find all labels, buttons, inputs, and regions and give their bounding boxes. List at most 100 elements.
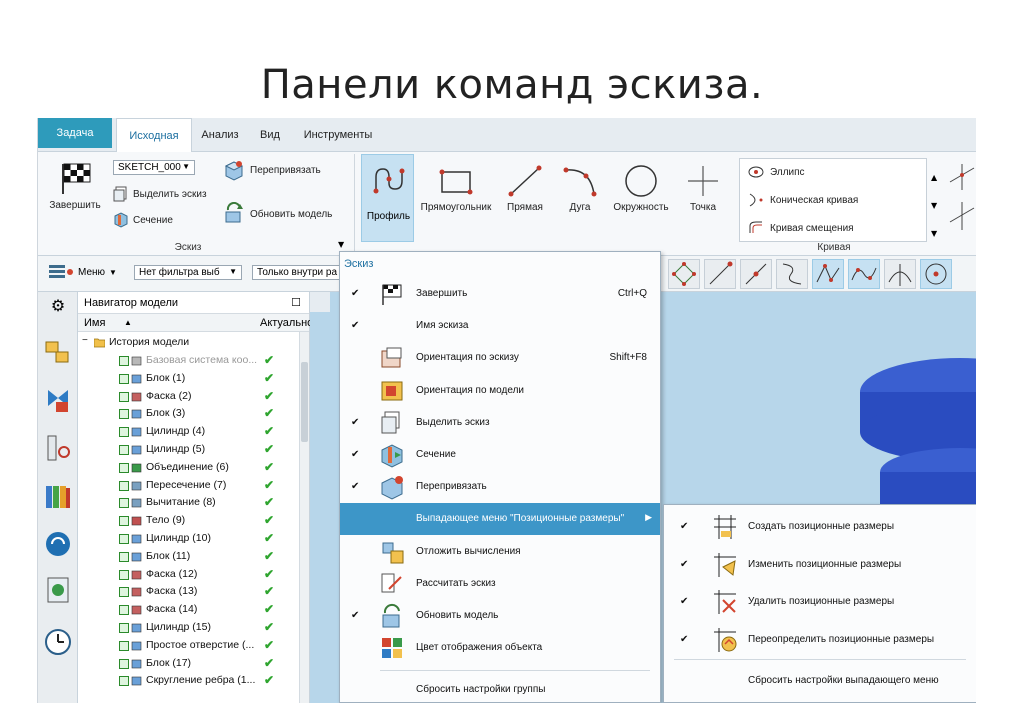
clock-icon[interactable] — [44, 628, 72, 656]
profile-button[interactable]: Профиль — [361, 154, 414, 242]
submenu-item[interactable]: ✔ Изменить позиционные размеры — [664, 547, 976, 583]
trim-icon[interactable] — [948, 162, 976, 232]
tree-row[interactable]: Пересечение (7) ✔ — [78, 477, 310, 495]
menu-item[interactable]: Выпадающее меню "Позиционные размеры" ▶ — [340, 503, 660, 536]
select-sketch-button[interactable]: Выделить эскиз — [113, 186, 207, 202]
visibility-checkbox[interactable] — [119, 427, 129, 438]
reattach-button[interactable]: Перепривязать — [222, 158, 321, 182]
tab-home[interactable]: Исходная — [116, 118, 192, 153]
constraint-navigator-icon[interactable] — [44, 434, 72, 462]
intersection-snap-tool[interactable] — [884, 259, 916, 289]
circle-button[interactable]: Окружность — [608, 164, 674, 213]
tree-row[interactable]: Фаска (2) ✔ — [78, 388, 310, 406]
menu-item[interactable]: ✔ Завершить Ctrl+Q — [340, 278, 660, 310]
visibility-checkbox[interactable] — [119, 498, 129, 509]
reset-dropdown-item[interactable]: Сбросить настройки выпадающего меню — [664, 663, 976, 699]
visibility-checkbox[interactable] — [119, 587, 129, 598]
reset-group-item[interactable]: Сбросить настройки группы — [340, 674, 660, 703]
line-button[interactable]: Прямая — [498, 164, 552, 213]
viewport-tab-icon[interactable] — [310, 292, 330, 312]
visibility-checkbox[interactable] — [119, 516, 129, 527]
visibility-checkbox[interactable] — [119, 658, 129, 669]
submenu-item[interactable]: ✔ Переопределить позиционные размеры — [664, 622, 976, 658]
finish-button[interactable]: Завершить — [46, 160, 104, 211]
tree-row[interactable]: Фаска (14) ✔ — [78, 601, 310, 619]
visibility-checkbox[interactable] — [119, 373, 129, 384]
menu-item[interactable]: ✔ Перепривязать — [340, 471, 660, 503]
rectangle-button[interactable]: Прямоугольник — [418, 164, 494, 213]
tree-row[interactable]: Простое отверстие (... ✔ — [78, 637, 310, 655]
column-current[interactable]: Актуально — [260, 314, 313, 332]
visibility-checkbox[interactable] — [119, 551, 129, 562]
visibility-checkbox[interactable] — [119, 391, 129, 402]
menu-item[interactable]: ✔ Сечение — [340, 439, 660, 471]
tab-view[interactable]: Вид — [250, 118, 290, 152]
tree-row[interactable]: Цилиндр (15) ✔ — [78, 619, 310, 637]
ellipse-item[interactable]: Эллипс — [748, 165, 805, 179]
curve-snap-tool[interactable] — [776, 259, 808, 289]
gallery-scroll-icon[interactable]: ▲ ▼ ▼ — [931, 164, 937, 248]
tree-row[interactable]: Цилиндр (5) ✔ — [78, 441, 310, 459]
menu-button[interactable]: Меню ▼ — [48, 264, 117, 280]
visibility-checkbox[interactable] — [119, 569, 129, 580]
selection-scope-select[interactable]: Только внутри ра — [252, 265, 342, 280]
tree-row[interactable]: Объединение (6) ✔ — [78, 459, 310, 477]
menu-item[interactable]: Отложить вычисления — [340, 536, 660, 568]
update-model-button[interactable]: Обновить модель — [222, 202, 332, 226]
snap-points-tool[interactable] — [668, 259, 700, 289]
menu-item[interactable]: Рассчитать эскиз — [340, 568, 660, 600]
tree-row[interactable]: Блок (1) ✔ — [78, 370, 310, 388]
scrollbar-thumb[interactable] — [301, 362, 308, 442]
collapse-icon[interactable]: − — [82, 335, 88, 346]
group-expand-icon[interactable]: ▼ — [338, 240, 344, 249]
tab-analysis[interactable]: Анализ — [196, 118, 244, 152]
section-button[interactable]: Сечение — [113, 212, 173, 228]
menu-item[interactable]: ✔ Выделить эскиз — [340, 407, 660, 439]
tree-row[interactable]: Цилиндр (10) ✔ — [78, 530, 310, 548]
submenu-item[interactable]: ✔ Создать позиционные размеры — [664, 509, 976, 545]
tree-row[interactable]: Скругление ребра (1... ✔ — [78, 672, 310, 690]
submenu-item[interactable]: ✔ Удалить позиционные размеры — [664, 584, 976, 620]
web-browser-icon[interactable] — [44, 530, 72, 558]
menu-item[interactable]: Ориентация по модели — [340, 375, 660, 407]
tab-task[interactable]: Задача — [38, 118, 112, 148]
column-name[interactable]: Имя — [84, 314, 105, 332]
tree-row[interactable]: Тело (9) ✔ — [78, 512, 310, 530]
spline-tool[interactable] — [848, 259, 880, 289]
visibility-checkbox[interactable] — [119, 623, 129, 633]
midpoint-snap-tool[interactable] — [740, 259, 772, 289]
part-navigator-icon[interactable] — [44, 338, 72, 366]
tab-tools[interactable]: Инструменты — [296, 118, 380, 152]
visibility-checkbox[interactable] — [119, 605, 129, 616]
visibility-checkbox[interactable] — [119, 409, 129, 420]
center-snap-tool[interactable] — [920, 259, 952, 289]
visibility-checkbox[interactable] — [119, 445, 129, 455]
visibility-checkbox[interactable] — [119, 462, 129, 473]
menu-item[interactable]: ✔ Имя эскиза — [340, 310, 660, 342]
tree-row[interactable]: Базовая система коо... ✔ — [78, 352, 310, 370]
polyline-tool[interactable] — [812, 259, 844, 289]
tree-row[interactable]: Блок (11) ✔ — [78, 548, 310, 566]
endpoint-snap-tool[interactable] — [704, 259, 736, 289]
tree-row[interactable]: Фаска (13) ✔ — [78, 583, 310, 601]
history-palette-icon[interactable] — [44, 576, 72, 604]
visibility-checkbox[interactable] — [119, 640, 129, 651]
maximize-icon[interactable]: ☐ — [291, 292, 301, 314]
tree-row[interactable]: Вычитание (8) ✔ — [78, 494, 310, 512]
selection-filter-select[interactable]: Нет фильтра выб ▼ — [134, 265, 242, 280]
visibility-checkbox[interactable] — [119, 534, 129, 544]
navigator-scrollbar[interactable] — [299, 332, 309, 703]
offset-curve-item[interactable]: Кривая смещения — [748, 221, 854, 235]
tree-row[interactable]: Блок (3) ✔ — [78, 405, 310, 423]
visibility-checkbox[interactable] — [119, 480, 129, 491]
point-button[interactable]: Точка — [678, 164, 728, 213]
tree-row[interactable]: Блок (17) ✔ — [78, 655, 310, 673]
visibility-checkbox[interactable] — [119, 356, 129, 366]
tree-row[interactable]: Фаска (12) ✔ — [78, 566, 310, 584]
assembly-navigator-icon[interactable] — [44, 386, 72, 414]
reuse-library-icon[interactable] — [44, 482, 72, 510]
visibility-checkbox[interactable] — [119, 676, 129, 687]
sketch-name-select[interactable]: SKETCH_000 ▼ — [113, 160, 195, 175]
menu-item[interactable]: Ориентация по эскизу Shift+F8 — [340, 342, 660, 374]
menu-item[interactable]: Цвет отображения объекта — [340, 632, 660, 664]
